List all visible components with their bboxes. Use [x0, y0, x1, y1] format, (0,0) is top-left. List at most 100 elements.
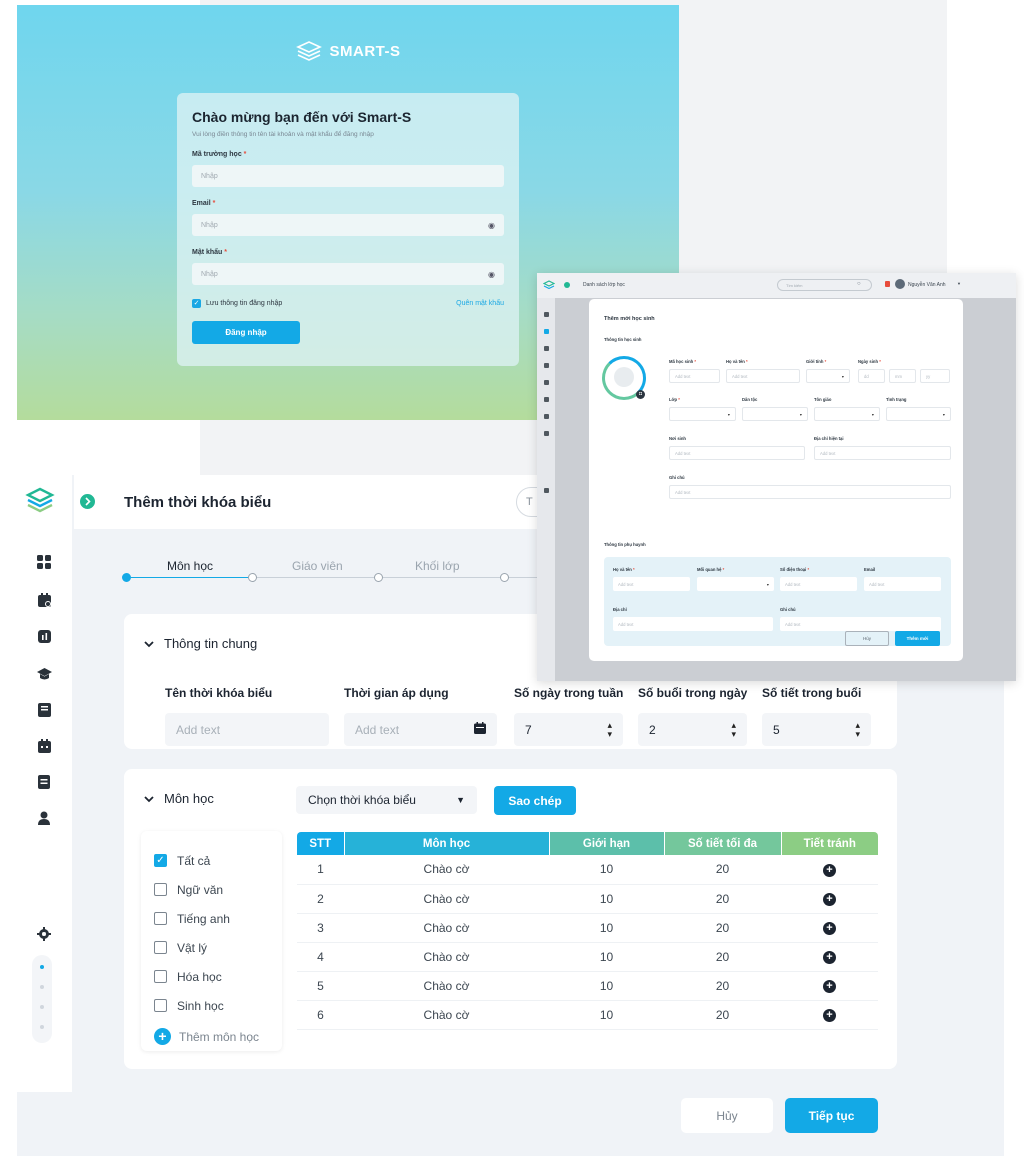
general-info-toggle[interactable]: Thông tin chung: [144, 636, 257, 651]
schedule-icon[interactable]: [35, 737, 53, 755]
chevron-down-icon: [144, 791, 154, 806]
page-dot[interactable]: [40, 985, 44, 989]
full-name-label: Họ và tên *: [726, 359, 748, 364]
report-chart-icon[interactable]: [35, 627, 53, 645]
modal-cancel-button[interactable]: Hủy: [845, 631, 889, 646]
subject-checkbox-all[interactable]: ✓ Tất cả: [154, 846, 269, 875]
add-avoid-lesson-icon[interactable]: +: [823, 922, 836, 935]
calendar-icon[interactable]: [474, 722, 486, 737]
parent-email-input[interactable]: Add text: [864, 577, 941, 591]
search-icon[interactable]: ○: [857, 281, 861, 287]
graduation-cap-icon[interactable]: [544, 363, 549, 368]
status-select[interactable]: ▾: [886, 407, 951, 421]
subject-checkbox[interactable]: Ngữ văn: [154, 875, 269, 904]
user-name[interactable]: Nguyễn Văn Anh: [908, 282, 946, 288]
apply-period-input[interactable]: Add text: [344, 713, 497, 746]
spinner-icon[interactable]: ▴ ▾: [855, 720, 860, 739]
remember-checkbox[interactable]: ✓ Lưu thông tin đăng nhập: [192, 299, 282, 308]
copy-button[interactable]: Sao chép: [494, 786, 576, 815]
note-input[interactable]: Add text: [669, 485, 951, 499]
forgot-password-link[interactable]: Quên mật khẩu: [456, 300, 504, 307]
relation-select[interactable]: ▾: [697, 577, 774, 591]
dob-day-input[interactable]: dd: [858, 369, 885, 383]
full-name-input[interactable]: Add text: [726, 369, 800, 383]
expand-sidebar-icon[interactable]: [80, 494, 95, 509]
subject-checkbox[interactable]: Hóa học: [154, 962, 269, 991]
dob-year-input[interactable]: yy: [920, 369, 950, 383]
sessions-per-day-stepper[interactable]: 2 ▴ ▾: [638, 713, 747, 746]
class-select[interactable]: ▾: [669, 407, 736, 421]
address-input[interactable]: Add text: [814, 446, 951, 460]
report-chart-icon[interactable]: [544, 346, 549, 351]
subjects-toggle[interactable]: Môn học: [144, 791, 214, 806]
page-dot[interactable]: [40, 1025, 44, 1029]
lessons-per-session-stepper[interactable]: 5 ▴ ▾: [762, 713, 871, 746]
graduation-cap-icon[interactable]: [35, 665, 53, 683]
add-subject-button[interactable]: + Thêm môn học: [154, 1028, 269, 1045]
notification-bell-icon[interactable]: [885, 281, 890, 287]
step-khoi-lop[interactable]: Khối lớp: [415, 559, 460, 573]
step-dot-4[interactable]: [500, 573, 509, 582]
step-mon-hoc[interactable]: Môn học: [167, 559, 213, 573]
parent-note-input[interactable]: Add text: [780, 617, 941, 631]
timetable-select[interactable]: Chọn thời khóa biểu ▼: [296, 786, 477, 814]
page-dot[interactable]: [40, 965, 44, 969]
camera-icon[interactable]: ◘: [636, 390, 645, 399]
password-input[interactable]: Nhập ◉: [192, 263, 504, 285]
settings-gear-icon[interactable]: [544, 488, 549, 493]
settings-gear-icon[interactable]: [35, 925, 53, 943]
subject-checkbox[interactable]: Tiếng anh: [154, 904, 269, 933]
cancel-button[interactable]: Hủy: [681, 1098, 773, 1133]
calendar-check-icon[interactable]: [35, 591, 53, 609]
timetable-name-label: Tên thời khóa biểu: [165, 686, 273, 700]
step-dot-2[interactable]: [248, 573, 257, 582]
spinner-icon[interactable]: ▴ ▾: [731, 720, 736, 739]
eye-icon[interactable]: ◉: [488, 221, 495, 230]
add-avoid-lesson-icon[interactable]: +: [823, 1009, 836, 1022]
add-avoid-lesson-icon[interactable]: +: [823, 863, 836, 877]
phone-input[interactable]: Add text: [780, 577, 857, 591]
ethnic-select[interactable]: ▾: [742, 407, 808, 421]
step-dot-3[interactable]: [374, 573, 383, 582]
avatar-upload[interactable]: ◘: [602, 356, 646, 400]
schedule-icon[interactable]: [544, 397, 549, 402]
gender-select[interactable]: ▾: [806, 369, 850, 383]
spinner-icon[interactable]: ▴ ▾: [607, 720, 612, 739]
book-icon[interactable]: [544, 380, 549, 385]
subject-checkbox[interactable]: Sinh học: [154, 991, 269, 1020]
add-avoid-lesson-icon[interactable]: +: [823, 951, 836, 964]
parent-name-input[interactable]: Add text: [613, 577, 690, 591]
dob-month-input[interactable]: mm: [889, 369, 916, 383]
page-dot[interactable]: [40, 1005, 44, 1009]
timetable-name-input[interactable]: Add text: [165, 713, 329, 746]
book-icon[interactable]: [35, 701, 53, 719]
caret-down-icon[interactable]: ▼: [957, 281, 961, 286]
dashboard-icon[interactable]: [35, 553, 53, 571]
caret-down-icon: ▾: [727, 411, 730, 417]
days-per-week-stepper[interactable]: 7 ▴ ▾: [514, 713, 623, 746]
eye-icon[interactable]: ◉: [488, 270, 495, 279]
avatar[interactable]: [895, 279, 905, 289]
document-icon[interactable]: [35, 773, 53, 791]
student-id-input[interactable]: Add text: [669, 369, 720, 383]
document-icon[interactable]: [544, 414, 549, 419]
user-icon[interactable]: [544, 431, 549, 436]
continue-button[interactable]: Tiếp tục: [785, 1098, 878, 1133]
school-code-input[interactable]: Nhập: [192, 165, 504, 187]
email-input[interactable]: Nhập ◉: [192, 214, 504, 236]
religion-select[interactable]: ▾: [814, 407, 880, 421]
step-giao-vien[interactable]: Giáo viên: [292, 559, 343, 573]
class-icon[interactable]: [544, 329, 549, 334]
dashboard-icon[interactable]: [544, 312, 549, 317]
step-dot-1[interactable]: [122, 573, 131, 582]
birthplace-input[interactable]: Add text: [669, 446, 805, 460]
add-avoid-lesson-icon[interactable]: +: [823, 893, 836, 906]
add-avoid-lesson-icon[interactable]: +: [823, 980, 836, 993]
user-icon[interactable]: [35, 809, 53, 827]
modal-add-button[interactable]: Thêm mới: [895, 631, 940, 646]
smart-s-logo-icon: [25, 487, 55, 513]
parent-address-input[interactable]: Add text: [613, 617, 773, 631]
login-button[interactable]: Đăng nhập: [192, 321, 300, 344]
expand-sidebar-icon[interactable]: [564, 282, 570, 288]
subject-checkbox[interactable]: Vật lý: [154, 933, 269, 962]
